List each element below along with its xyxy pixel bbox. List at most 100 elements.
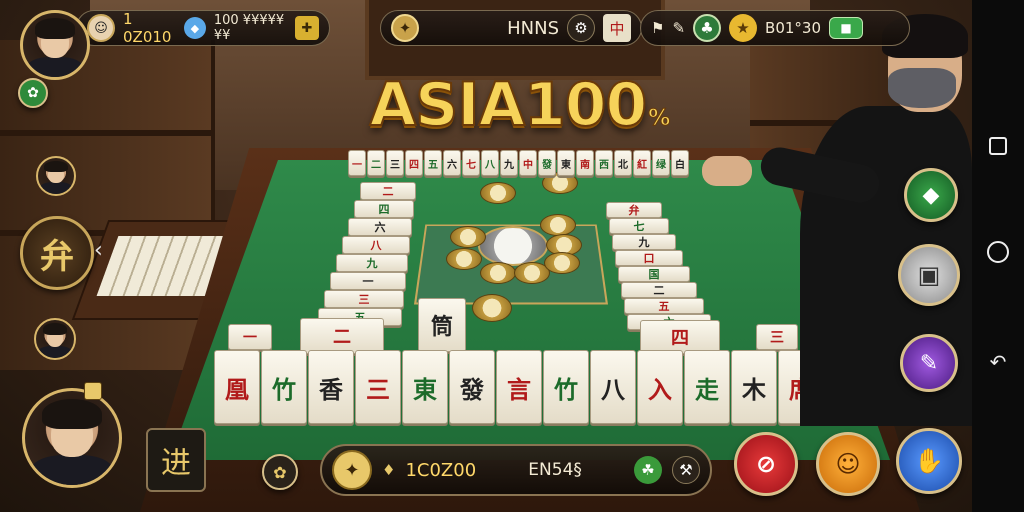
discard-tile[interactable]: 一 (228, 324, 272, 350)
match-info-bar: ✦ HNNS ⚙ 中 (380, 10, 642, 46)
square-icon[interactable] (989, 137, 1007, 155)
wall-tile[interactable]: 北 (614, 150, 632, 176)
emblem-icon[interactable]: ✦ (332, 450, 372, 490)
character-hand (702, 156, 752, 186)
score-bar: ⚑ ✎ ♣ ★ B01°30 ■ (640, 10, 910, 46)
tools-icon[interactable]: ⚒ (672, 456, 701, 484)
wall-tile[interactable]: 中 (519, 150, 537, 176)
wall-tile[interactable]: 四 (405, 150, 423, 176)
back-arrow-icon[interactable]: ↶ (985, 349, 1011, 375)
resource-bar: ☺ 1 0Z010 ◆ 100 ¥¥¥¥¥¥¥ ✚ (76, 10, 330, 46)
discard-tile[interactable]: 筒 (418, 298, 466, 352)
hand-tile[interactable]: 東 (402, 350, 448, 424)
fan-icon[interactable]: ✿ (262, 454, 298, 490)
match-label: HNNS (507, 17, 559, 39)
discard-tile[interactable]: 四 (640, 320, 720, 354)
wall-tile[interactable]: 九 (612, 234, 676, 250)
wall-tile[interactable]: 三 (324, 290, 404, 308)
wall-tile[interactable]: 六 (443, 150, 461, 176)
brush-action-button[interactable]: ✎ (900, 334, 958, 392)
discard-action-button[interactable]: ⊘ (734, 432, 798, 496)
wall-tile[interactable]: 二 (360, 182, 416, 200)
leaf-icon[interactable]: ☘ (634, 456, 663, 484)
settings-icon[interactable]: ⚙ (567, 14, 595, 42)
score-value: B01°30 (765, 19, 821, 37)
player-avatar-main[interactable] (22, 388, 122, 488)
hand-tile[interactable]: 言 (496, 350, 542, 424)
wall-tile[interactable]: 四 (354, 200, 414, 218)
gem-count: 100 ¥¥¥¥¥¥¥ (213, 13, 285, 43)
wall-tile[interactable]: 弁 (606, 202, 662, 218)
hand-tile[interactable]: 竹 (261, 350, 307, 424)
wind-token (544, 252, 580, 274)
wall-tile[interactable]: 五 (624, 298, 704, 314)
ready-toggle[interactable]: ■ (829, 17, 863, 39)
hand-tile[interactable]: 走 (684, 350, 730, 424)
logo-suffix: % (648, 106, 671, 132)
tile-icon[interactable]: 中 (603, 14, 631, 42)
wall-tile[interactable]: 九 (500, 150, 518, 176)
wall-tile[interactable]: 七 (462, 150, 480, 176)
hand-tile[interactable]: 發 (449, 350, 495, 424)
coin-count: 1 0Z010 (123, 10, 172, 46)
dealer-marker (84, 382, 102, 400)
wall-tile[interactable]: 三 (386, 150, 404, 176)
wind-token (480, 262, 516, 284)
cat-action-button[interactable]: ☺ (816, 432, 880, 496)
wall-tile[interactable]: 二 (621, 282, 697, 298)
hand-action-button[interactable]: ✋ (896, 428, 962, 494)
pencil-icon[interactable]: ✎ (672, 19, 685, 37)
leaf-action-button[interactable]: ◆ (904, 168, 958, 222)
wall-tile[interactable]: 紅 (633, 150, 651, 176)
shelf-divider (0, 130, 215, 136)
home-circle-icon[interactable] (987, 241, 1009, 263)
wall-tile[interactable]: 南 (576, 150, 594, 176)
wall-tile[interactable]: 東 (557, 150, 575, 176)
gem-icon: ◆ (183, 17, 206, 39)
wall-tile[interactable]: 八 (481, 150, 499, 176)
wall-tile[interactable]: 西 (595, 150, 613, 176)
hand-tile[interactable]: 香 (308, 350, 354, 424)
wall-tile[interactable]: 八 (342, 236, 410, 254)
game-logo: ASIA100 % (330, 69, 710, 150)
opponent-avatar-south[interactable] (34, 318, 76, 360)
wall-tile[interactable]: 国 (618, 266, 690, 282)
wind-token (446, 248, 482, 270)
dice-dial[interactable] (478, 226, 548, 266)
wall-tile[interactable]: 一 (348, 150, 366, 176)
wall-tile[interactable]: 一 (330, 272, 406, 290)
wallet-bar: ✦ ♦ 1C0Z00 EN54§ ☘ ⚒ (320, 444, 712, 496)
logo-text: ASIA100 (369, 69, 649, 141)
player-mini-avatar[interactable]: ☺ (87, 14, 115, 42)
clover-icon[interactable]: ♣ (693, 14, 722, 42)
wall-tile[interactable]: 九 (336, 254, 408, 272)
wall-tile[interactable]: 白 (671, 150, 689, 176)
hand-tile[interactable]: 八 (590, 350, 636, 424)
hand-tile[interactable]: 凰 (214, 350, 260, 424)
flag-icon: ⚑ (651, 19, 665, 37)
wall-tile[interactable]: 六 (348, 218, 412, 236)
player-avatar-top[interactable] (20, 10, 90, 80)
opponent-avatar-west[interactable] (36, 156, 76, 196)
wall-tile[interactable]: 發 (538, 150, 556, 176)
discard-tile[interactable]: 二 (300, 318, 384, 354)
wall-tile[interactable]: 二 (367, 150, 385, 176)
hand-tile[interactable]: 三 (355, 350, 401, 424)
wall-tile[interactable]: 七 (609, 218, 669, 234)
tile-hint-label: 弁 (40, 236, 74, 277)
bag-action-button[interactable]: ▣ (898, 244, 960, 306)
balance-value: 1C0Z00 (405, 459, 477, 481)
wall-tile[interactable]: 绿 (652, 150, 670, 176)
chat-tile-button[interactable]: 进 (146, 428, 206, 492)
hand-tile[interactable]: 入 (637, 350, 683, 424)
hand-tile[interactable]: 竹 (543, 350, 589, 424)
tile-hint-button[interactable]: 弁 (20, 216, 94, 290)
emblem-icon[interactable]: ✦ (391, 14, 419, 42)
wind-token (540, 214, 576, 236)
chevron-left-icon[interactable]: ‹ (94, 238, 103, 263)
wall-tile[interactable]: 五 (424, 150, 442, 176)
game-screen: 一二三四五六七八九中發東南西北紅绿白 二四六八九一三五 弁七九口国二五六 筒 二… (0, 0, 1024, 512)
add-coins-icon[interactable]: ✚ (295, 16, 319, 40)
wall-tile[interactable]: 口 (615, 250, 683, 266)
lotus-icon[interactable]: ✿ (18, 78, 48, 108)
